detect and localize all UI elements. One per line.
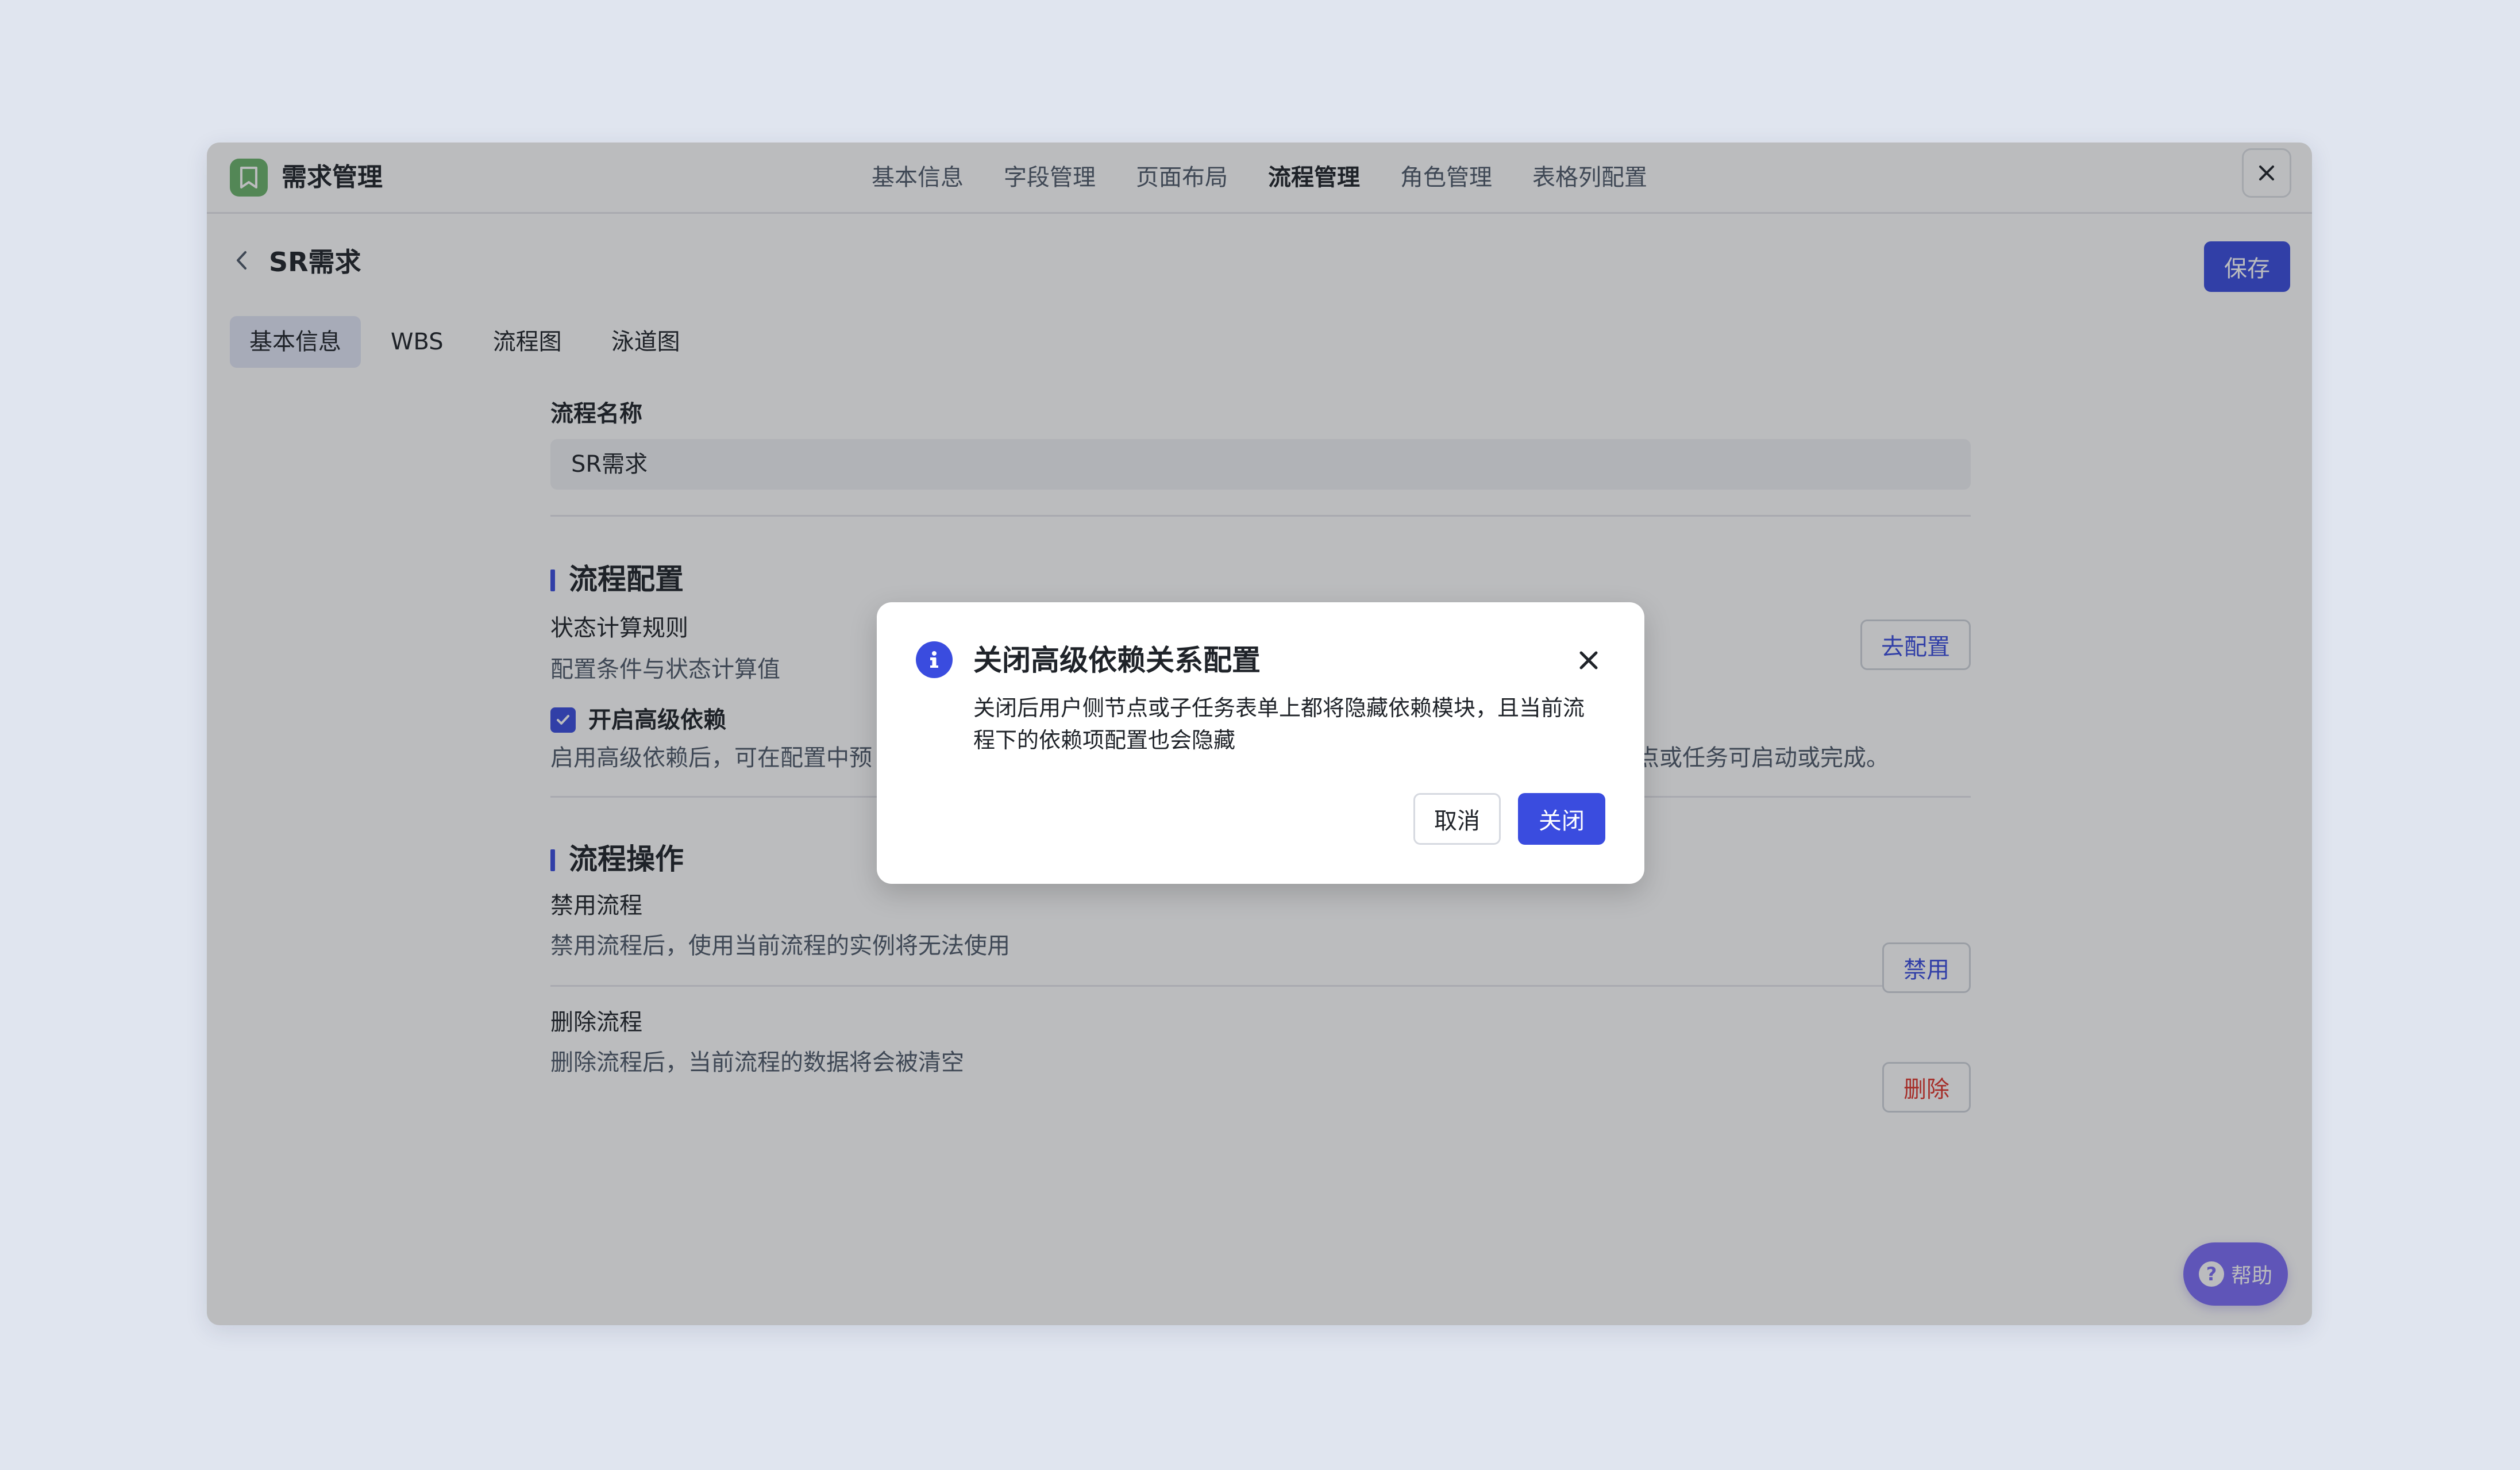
- info-icon: [916, 641, 953, 678]
- close-icon: [1579, 651, 1598, 669]
- confirm-close-button[interactable]: 关闭: [1518, 793, 1605, 845]
- confirm-dialog: 关闭高级依赖关系配置 关闭后用户侧节点或子任务表单上都将隐藏依赖模块，且当前流程…: [877, 602, 1644, 884]
- dialog-title: 关闭高级依赖关系配置: [973, 644, 1261, 677]
- dialog-message: 关闭后用户侧节点或子任务表单上都将隐藏依赖模块，且当前流程下的依赖项配置也会隐藏: [973, 695, 1585, 753]
- dialog-close-button[interactable]: [1577, 648, 1601, 672]
- cancel-button[interactable]: 取消: [1413, 793, 1501, 845]
